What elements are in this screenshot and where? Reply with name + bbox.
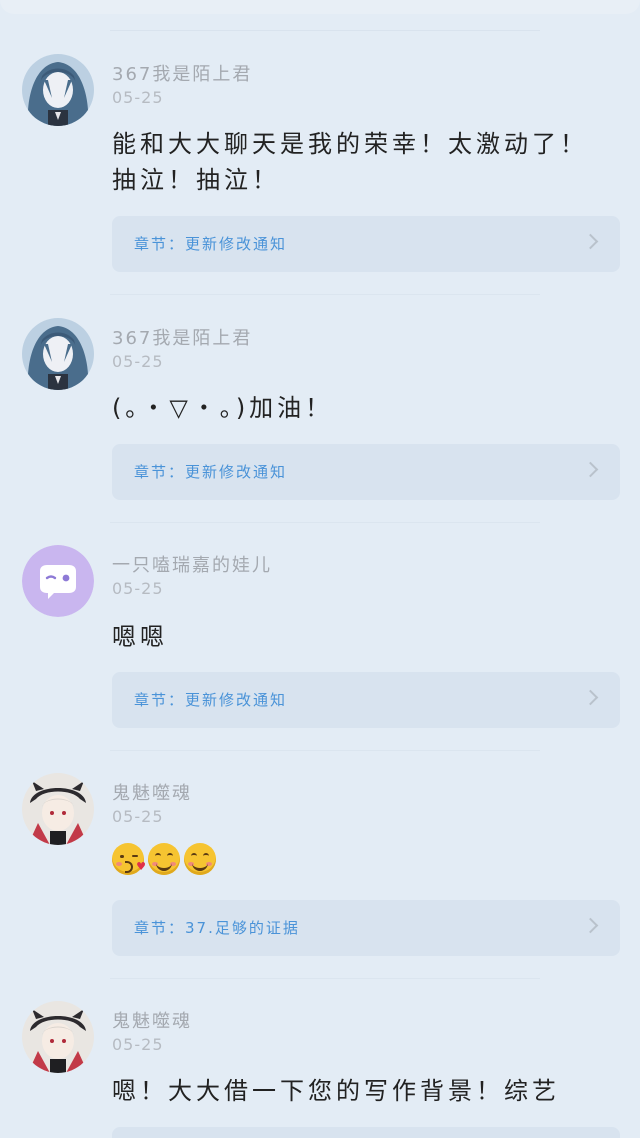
divider (110, 522, 540, 523)
chevron-right-icon (582, 461, 599, 478)
chapter-link-card[interactable]: 章节：更新修改通知 (112, 672, 620, 728)
anime-girl-dark-hood-avatar-icon (22, 773, 94, 845)
chapter-link-text: 章节：37.足够的证据 (134, 919, 300, 937)
divider (110, 978, 540, 979)
avatar[interactable] (22, 1001, 94, 1073)
chevron-right-icon (582, 233, 599, 250)
avatar[interactable] (22, 773, 94, 845)
chevron-right-icon (582, 917, 599, 934)
divider (110, 294, 540, 295)
comment-date: 05-25 (112, 807, 164, 826)
kissing-face-emoji-icon: ♥ (112, 843, 146, 875)
avatar[interactable] (22, 54, 94, 126)
chapter-link-card[interactable]: 章节：更新修改通知 (112, 444, 620, 500)
avatar[interactable] (22, 318, 94, 390)
chevron-right-icon (582, 689, 599, 706)
anime-girl-blue-hair-avatar-icon (22, 318, 94, 390)
chapter-link-card[interactable]: 章节：更新修改通知 (112, 216, 620, 272)
divider (110, 750, 540, 751)
chapter-link-text: 章节：更新修改通知 (134, 235, 288, 253)
anime-girl-blue-hair-avatar-icon (22, 54, 94, 126)
chapter-link-text: 章节：更新修改通知 (134, 463, 288, 481)
username[interactable]: 367我是陌上君 (112, 324, 252, 350)
comment-text: 能和大大聊天是我的荣幸！太激动了！抽泣！抽泣！ (112, 130, 588, 194)
chapter-link-card[interactable] (112, 1127, 620, 1138)
chapter-link-card[interactable]: 章节：37.足够的证据 (112, 900, 620, 956)
top-card-edge (0, 0, 640, 14)
username[interactable]: 鬼魅噬魂 (112, 779, 192, 805)
comment-text: 嗯！大大借一下您的写作背景！综艺 (112, 1077, 560, 1105)
default-chat-bubble-avatar-icon (22, 545, 94, 617)
username[interactable]: 一只嗑瑞嘉的娃儿 (112, 551, 272, 577)
username[interactable]: 鬼魅噬魂 (112, 1007, 192, 1033)
smiling-face-emoji-icon (184, 843, 216, 875)
smiling-face-emoji-icon (148, 843, 180, 875)
comment-date: 05-25 (112, 352, 164, 371)
chapter-link-text: 章节：更新修改通知 (134, 691, 288, 709)
username[interactable]: 367我是陌上君 (112, 60, 252, 86)
comment-text: 嗯嗯 (112, 623, 168, 651)
emoji-row: 😘😊😊 ♥ (112, 843, 216, 875)
divider (110, 30, 540, 31)
comment-page: 367我是陌上君 05-25 能和大大聊天是我的荣幸！太激动了！抽泣！抽泣！ 章… (0, 0, 640, 1138)
comment-date: 05-25 (112, 88, 164, 107)
anime-girl-dark-hood-avatar-icon (22, 1001, 94, 1073)
comment-text: (｡・▽・｡)加油！ (112, 394, 334, 422)
comment-date: 05-25 (112, 1035, 164, 1054)
comment-date: 05-25 (112, 579, 164, 598)
avatar[interactable] (22, 545, 94, 617)
